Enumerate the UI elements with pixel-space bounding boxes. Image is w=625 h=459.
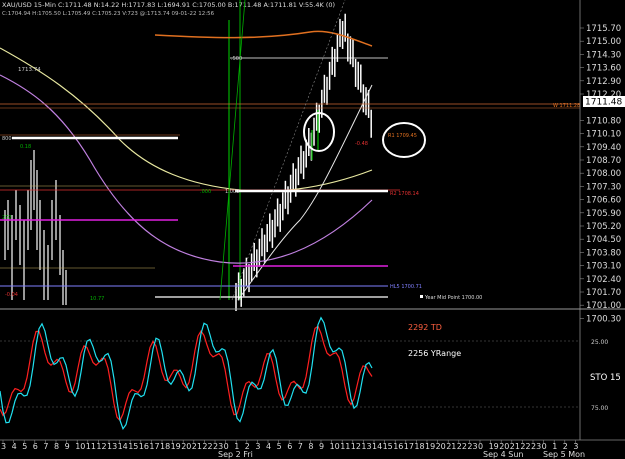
- price-tick-label: 1713.60: [586, 64, 621, 74]
- fib-1000-label: 1.000: [225, 189, 239, 195]
- time-tick-label: 23: [531, 442, 541, 451]
- date-label-sep5: Sep 5 Mon: [543, 450, 585, 459]
- fib-zero-label: .000: [200, 189, 211, 195]
- time-tick-label: 12: [96, 442, 106, 451]
- price-tick-label: 1709.40: [586, 143, 621, 153]
- time-tick-label: 9: [319, 442, 324, 451]
- price-tick-label: 1704.50: [586, 235, 621, 245]
- price-tick-label: 1705.90: [586, 209, 621, 219]
- price-tick-label: 1703.80: [586, 248, 621, 258]
- label-272: 272: [2, 215, 12, 221]
- time-tick-label: 5: [22, 442, 27, 451]
- time-tick-label: 14: [118, 442, 128, 451]
- sto-level-75-label: 75.00: [591, 405, 608, 412]
- quote-line-2: C:1704.94 H:1705.50 L:1705.49 C:1705.23 …: [2, 11, 215, 17]
- time-tick-label: 11: [86, 442, 96, 451]
- time-tick-label: 16: [393, 442, 403, 451]
- midpoint-label: Year Mid Point 1700.00: [424, 295, 482, 301]
- time-tick-label: 5: [277, 442, 282, 451]
- chart-background: [0, 0, 625, 459]
- w-level-label: W 1711.28: [553, 103, 580, 109]
- time-tick-label: 13: [361, 442, 371, 451]
- time-tick-label: 7: [298, 442, 303, 451]
- time-tick-label: 9: [65, 442, 70, 451]
- price-tick-label: 1710.80: [586, 116, 621, 126]
- time-tick-label: 4: [266, 442, 271, 451]
- price-chart[interactable]: XAU/USD 15-Min C:1711.48 N:14.22 H:1717.…: [0, 0, 625, 459]
- price-tick-label: 1701.00: [586, 301, 621, 311]
- time-tick-label: 19: [425, 442, 435, 451]
- date-label-sep2: Sep 2 Fri: [218, 450, 253, 459]
- level-label-1713: 1713.74: [18, 67, 41, 73]
- time-tick-label: 16: [139, 442, 149, 451]
- time-tick-label: 22: [457, 442, 467, 451]
- time-tick-label: 17: [149, 442, 159, 451]
- price-tick-label: 1705.20: [586, 222, 621, 232]
- time-tick-label: 6: [33, 442, 38, 451]
- time-tick-label: 14: [372, 442, 382, 451]
- time-tick-label: 15: [128, 442, 138, 451]
- level-label-800: 800: [2, 136, 12, 142]
- time-tick-label: 18: [414, 442, 424, 451]
- td-label: 2292 TD: [408, 323, 442, 332]
- price-tick-label: 1715.00: [586, 37, 621, 47]
- time-tick-label: 8: [54, 442, 59, 451]
- time-tick-label: 20: [436, 442, 446, 451]
- midpoint-marker-icon: [420, 295, 423, 298]
- price-tick-label: 1707.30: [586, 182, 621, 192]
- fib-m048-label: -0.48: [355, 141, 368, 147]
- sto-level-25-label: 25.00: [591, 339, 608, 346]
- fib-500-label: .500: [231, 56, 242, 62]
- time-tick-label: 3: [1, 442, 6, 451]
- time-tick-label: 17: [404, 442, 414, 451]
- price-tick-label: 1708.70: [586, 156, 621, 166]
- price-tick-label: 1715.70: [586, 24, 621, 34]
- time-tick-label: 15: [383, 442, 393, 451]
- price-tick-label: 1712.90: [586, 77, 621, 87]
- time-tick-label: 3: [255, 442, 260, 451]
- time-tick-label: 20: [181, 442, 191, 451]
- time-tick-label: 22: [202, 442, 212, 451]
- price-tick-label: 1710.10: [586, 130, 621, 140]
- time-tick-label: 19: [171, 442, 181, 451]
- current-price-label: 1711.48: [585, 98, 622, 108]
- sto-label: STO 15: [590, 373, 621, 383]
- r2-label: R2 1708.14: [390, 191, 419, 197]
- time-tick-label: 21: [192, 442, 202, 451]
- time-tick-label: 12: [351, 442, 361, 451]
- price-axis-ticks: 1715.701715.001714.301713.601712.901712.…: [580, 24, 621, 324]
- time-tick-label: 10: [75, 442, 85, 451]
- time-tick-label: 21: [446, 442, 456, 451]
- hl5-label: HL5 1700.71: [390, 284, 422, 290]
- time-tick-label: 6: [287, 442, 292, 451]
- time-tick-label: 8: [308, 442, 313, 451]
- label-1077: 10.77: [90, 296, 104, 302]
- label-018: 0.18: [20, 144, 31, 150]
- time-tick-label: 4: [12, 442, 17, 451]
- time-tick-label: 7: [43, 442, 48, 451]
- time-tick-label: 23: [467, 442, 477, 451]
- price-tick-label: 1708.00: [586, 169, 621, 179]
- time-tick-label: 10: [330, 442, 340, 451]
- price-tick-label: 1700.30: [586, 314, 621, 324]
- price-tick-label: 1702.40: [586, 275, 621, 285]
- label-m004: -0.04: [5, 292, 18, 298]
- time-tick-label: 13: [107, 442, 117, 451]
- price-tick-label: 1706.60: [586, 196, 621, 206]
- time-tick-label: 18: [160, 442, 170, 451]
- time-tick-label: 11: [340, 442, 350, 451]
- r1-label: R1 1709.45: [388, 133, 417, 139]
- price-tick-label: 1714.30: [586, 50, 621, 60]
- date-label-sep4: Sep 4 Sun: [483, 450, 523, 459]
- yrange-label: 2256 YRange: [408, 349, 461, 358]
- quote-line: XAU/USD 15-Min C:1711.48 N:14.22 H:1717.…: [2, 1, 335, 9]
- price-tick-label: 1701.70: [586, 288, 621, 298]
- price-tick-label: 1703.10: [586, 262, 621, 272]
